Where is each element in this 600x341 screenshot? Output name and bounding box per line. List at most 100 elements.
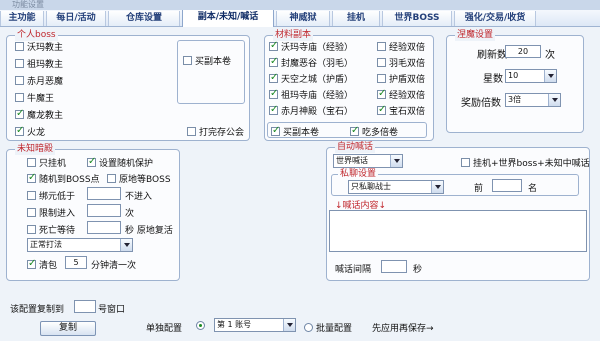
chevron-down-icon[interactable]: [548, 94, 560, 106]
checkbox[interactable]: [377, 42, 386, 51]
dungeon-fengmo[interactable]: 封魔恶谷（羽毛）: [269, 56, 353, 69]
buy-ticket-checkbox[interactable]: 买副本卷: [183, 54, 231, 67]
dungeon-tiankong[interactable]: 天空之城（护盾）: [269, 72, 353, 85]
save-hint: 先应用再保存→: [372, 324, 434, 334]
checkbox[interactable]: [15, 108, 24, 119]
chevron-down-icon[interactable]: [544, 70, 556, 82]
copy-window-input[interactable]: [74, 300, 96, 313]
hang-world-boss-checkbox[interactable]: 挂机+世界boss+未知中喊话: [461, 156, 590, 169]
checkbox[interactable]: [377, 104, 386, 115]
boss-molong[interactable]: 魔龙教主: [15, 108, 63, 121]
checkbox[interactable]: [27, 172, 36, 183]
double-exp-2[interactable]: 经验双倍: [377, 88, 425, 101]
title-bar: 功能设置: [0, 0, 600, 10]
boss-chiyue[interactable]: 赤月恶魔: [15, 74, 63, 87]
chevron-down-icon[interactable]: [431, 181, 443, 193]
private-chat-panel: 私聊设置 只私聊战士 前 名: [331, 169, 579, 196]
bind-low-checkbox[interactable]: 绑元低于: [27, 189, 75, 202]
dungeon-zuma[interactable]: 祖玛寺庙（经验）: [269, 88, 353, 101]
private-target-select[interactable]: 只私聊战士: [348, 180, 444, 194]
checkbox[interactable]: [15, 93, 24, 102]
checkbox[interactable]: [27, 258, 36, 269]
buy-ticket-checkbox-2[interactable]: 买副本卷: [271, 125, 319, 138]
batch-config-radio[interactable]: 批量配置: [304, 321, 352, 334]
checkbox[interactable]: [183, 56, 192, 65]
clear-bag-input[interactable]: 5: [65, 256, 87, 269]
checkbox[interactable]: [269, 104, 278, 115]
checkbox[interactable]: [87, 156, 96, 167]
checkbox[interactable]: [27, 225, 36, 234]
store-guild-checkbox[interactable]: 打完存公会: [187, 125, 244, 138]
checkbox[interactable]: [269, 88, 278, 99]
single-config-radio[interactable]: [196, 321, 208, 330]
boss-zuma[interactable]: 祖玛教主: [15, 57, 63, 70]
checkbox[interactable]: [269, 40, 278, 51]
radio-button[interactable]: [196, 321, 205, 330]
tab-world-boss[interactable]: 世界BOSS: [382, 11, 452, 26]
tab-warehouse[interactable]: 仓库设置: [108, 11, 180, 26]
fight-mode-select[interactable]: 正常打法: [27, 238, 133, 252]
double-gem[interactable]: 宝石双倍: [377, 104, 425, 117]
tab-enhance[interactable]: 强化/交易/收货: [454, 11, 536, 26]
clear-bag-checkbox[interactable]: 清包: [27, 258, 57, 271]
checkbox[interactable]: [461, 158, 470, 167]
death-wait-checkbox[interactable]: 死亡等待: [27, 223, 75, 236]
checkbox[interactable]: [27, 191, 36, 200]
double-shield[interactable]: 护盾双倍: [377, 72, 425, 85]
limit-enter-input[interactable]: [87, 204, 121, 217]
chevron-down-icon[interactable]: [283, 319, 295, 331]
checkbox[interactable]: [377, 58, 386, 67]
tab-shenwei[interactable]: 神威狱: [276, 11, 330, 26]
channel-select[interactable]: 世界喊话: [333, 154, 403, 168]
checkbox[interactable]: [107, 174, 116, 183]
dungeon-chiyue[interactable]: 赤月神殿（宝石）: [269, 104, 353, 117]
checkbox[interactable]: [377, 88, 386, 99]
checkbox[interactable]: [15, 76, 24, 85]
checkbox[interactable]: [271, 125, 280, 136]
death-wait-input[interactable]: [87, 221, 121, 234]
auto-shout-group: 自动喊话 世界喊话 挂机+世界boss+未知中喊话 私聊设置 只私聊战士 前 名…: [326, 142, 590, 281]
checkbox[interactable]: [269, 72, 278, 83]
only-hang-checkbox[interactable]: 只挂机: [27, 156, 66, 169]
checkbox[interactable]: [15, 42, 24, 51]
tab-dungeon[interactable]: 副本/未知/喊话: [182, 10, 274, 27]
refresh-label: 刷新数: [477, 50, 507, 61]
reward-select[interactable]: 3倍: [505, 93, 561, 107]
eat-multi-checkbox[interactable]: 吃多倍卷: [350, 125, 398, 138]
stay-boss-checkbox[interactable]: 原地等BOSS: [107, 172, 171, 185]
boss-huolong[interactable]: 火龙: [15, 125, 45, 138]
star-select[interactable]: 10: [505, 69, 557, 83]
boss-niumo[interactable]: 牛魔王: [15, 91, 54, 104]
checkbox[interactable]: [377, 74, 386, 83]
checkbox[interactable]: [187, 127, 196, 136]
boss-woma[interactable]: 沃玛教主: [15, 40, 63, 53]
dungeon-woma[interactable]: 沃玛寺庙（经验）: [269, 40, 353, 53]
front-count-input[interactable]: [492, 179, 522, 192]
random-protect-checkbox[interactable]: 设置随机保护: [87, 156, 153, 169]
checkbox[interactable]: [15, 59, 24, 68]
unknown-dungeon-group: 未知暗殿 只挂机 设置随机保护 随机到BOSS点 原地等BOSS 绑元低于 不进…: [6, 144, 180, 281]
checkbox[interactable]: [269, 56, 278, 67]
copy-config-suffix: 号窗口: [98, 305, 126, 315]
checkbox[interactable]: [350, 125, 359, 136]
double-exp-1[interactable]: 经验双倍: [377, 40, 425, 53]
interval-input[interactable]: [381, 260, 407, 273]
checkbox[interactable]: [27, 158, 36, 167]
limit-enter-checkbox[interactable]: 限制进入: [27, 206, 75, 219]
tab-main[interactable]: 主功能: [0, 11, 44, 26]
radio-button[interactable]: [304, 323, 313, 332]
account-select[interactable]: 第 1 账号: [214, 318, 296, 332]
tab-bar: 主功能 每日/活动 仓库设置 副本/未知/喊话 神威狱 挂机 世界BOSS 强化…: [0, 10, 600, 27]
random-boss-checkbox[interactable]: 随机到BOSS点: [27, 172, 100, 185]
tab-hang[interactable]: 挂机: [332, 11, 380, 26]
shout-content-textarea[interactable]: [329, 210, 587, 252]
copy-button[interactable]: 复制: [40, 321, 96, 336]
bind-low-input[interactable]: [87, 187, 121, 200]
refresh-input[interactable]: 20: [505, 45, 541, 58]
chevron-down-icon[interactable]: [390, 155, 402, 167]
checkbox[interactable]: [15, 125, 24, 136]
double-feather[interactable]: 羽毛双倍: [377, 56, 425, 69]
tab-daily[interactable]: 每日/活动: [46, 11, 106, 26]
checkbox[interactable]: [27, 208, 36, 217]
chevron-down-icon[interactable]: [120, 239, 132, 251]
